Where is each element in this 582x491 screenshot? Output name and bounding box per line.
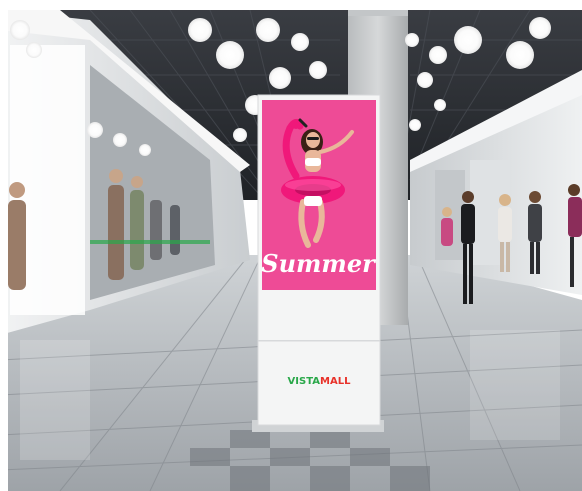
mall-scene-svg: Summer VISTAMALL: [0, 0, 582, 491]
kiosk-screen-text: Summer: [261, 249, 377, 278]
kiosk-brand-logo: VISTAMALL: [288, 376, 352, 387]
brand-part-mall: MALL: [320, 376, 351, 387]
brand-part-vista: VISTA: [288, 376, 321, 387]
digital-kiosk: Summer VISTAMALL: [252, 94, 384, 432]
mall-scene: Summer VISTAMALL: [0, 0, 582, 491]
